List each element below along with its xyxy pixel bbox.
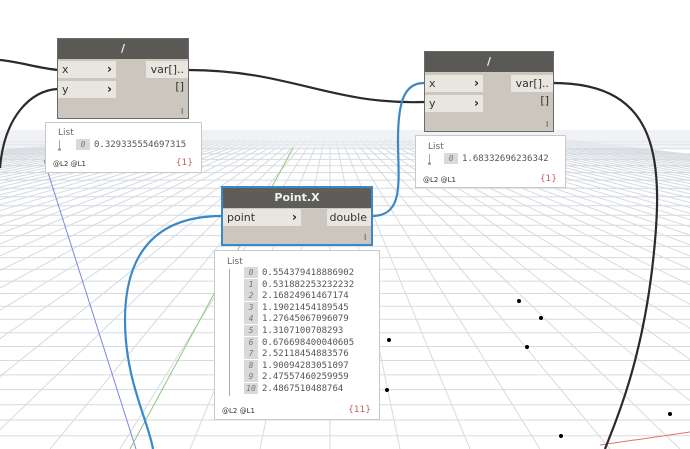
preview-header: List [227, 257, 243, 267]
list-count: {1} [539, 174, 557, 184]
tree-line [229, 269, 230, 396]
item-value: 0.531882253232232 [262, 279, 355, 290]
chevron-right-icon: › [107, 62, 112, 76]
divide-node-right[interactable]: / x › y › var[]..[] l [424, 51, 554, 132]
port-label: x [429, 77, 436, 90]
list-item: 9 2.47557460259959 [244, 371, 349, 383]
input-port-y[interactable]: y › [425, 95, 483, 112]
item-value: 1.19021454189545 [262, 302, 349, 313]
node-title: Point.X [223, 188, 371, 208]
item-index: 0 [76, 139, 90, 150]
tree-dot [58, 148, 61, 151]
item-index: 2 [244, 290, 258, 302]
list-item: 0 0.329335554697315 [76, 139, 186, 150]
list-count: {1} [175, 158, 193, 168]
port-label: var[]..[] [515, 77, 549, 107]
port-label: var[]..[] [150, 63, 184, 93]
input-port-point[interactable]: point › [223, 209, 301, 226]
item-index: 10 [244, 383, 258, 394]
list-item: 4 1.27645067096079 [244, 313, 349, 325]
list-count: {11} [348, 405, 371, 415]
item-index: 1 [244, 278, 258, 290]
port-label: y [62, 83, 69, 96]
list-item: 0 1.68332696236342 [444, 153, 549, 164]
port-label: point [227, 211, 256, 224]
list-item: 5 1.3107100708293 [244, 325, 343, 336]
tree-dot [428, 162, 431, 165]
divide-node-left[interactable]: / x › y › var[]..[] l [57, 38, 189, 119]
list-levels: @L2 @L1 [222, 407, 255, 415]
geometry-point [668, 412, 672, 416]
item-value: 2.4867510488764 [262, 384, 344, 394]
item-value: 2.16824961467174 [262, 291, 349, 302]
item-index: 7 [244, 348, 258, 360]
item-value: 1.3107100708293 [262, 326, 344, 336]
item-value: 0.329335554697315 [94, 140, 187, 150]
geometry-point [525, 345, 529, 349]
geometry-point [387, 338, 391, 342]
item-index: 8 [244, 359, 258, 371]
point-x-node[interactable]: Point.X point › double l [221, 186, 373, 246]
list-item: 0 0.554379418886902 [244, 267, 354, 278]
node-title: / [425, 52, 553, 72]
geometry-point [385, 388, 389, 392]
output-port[interactable]: double [327, 209, 371, 226]
list-item: 1 0.531882253232232 [244, 278, 355, 290]
item-value: 0.676698400040605 [262, 337, 355, 348]
item-value: 1.27645067096079 [262, 314, 349, 325]
preview-header: List [428, 142, 444, 152]
list-item: 8 1.90094283051097 [244, 359, 349, 371]
list-item: 6 0.676698400040605 [244, 336, 355, 348]
geometry-point [517, 299, 521, 303]
list-item: 2 2.16824961467174 [244, 290, 349, 302]
chevron-right-icon: › [474, 76, 479, 90]
item-index: 5 [244, 325, 258, 336]
output-port[interactable]: var[]..[] [511, 75, 553, 107]
lacing-indicator: l [181, 107, 183, 116]
port-label: y [429, 97, 436, 110]
item-value: 1.68332696236342 [462, 154, 549, 164]
chevron-right-icon: › [292, 210, 297, 224]
chevron-right-icon: › [474, 96, 479, 110]
list-item: 10 2.4867510488764 [244, 383, 343, 394]
node-title: / [58, 39, 188, 59]
input-port-x[interactable]: x › [58, 61, 116, 78]
preview-header: List [58, 128, 74, 138]
item-value: 2.47557460259959 [262, 372, 349, 383]
item-value: 0.554379418886902 [262, 268, 355, 278]
lacing-indicator: l [546, 120, 548, 129]
list-levels: @L2 @L1 [53, 160, 86, 168]
chevron-right-icon: › [107, 82, 112, 96]
port-label: x [62, 63, 69, 76]
lacing-indicator: l [364, 233, 366, 242]
item-index: 4 [244, 313, 258, 325]
list-item: 7 2.52118454883576 [244, 348, 349, 360]
item-index: 0 [444, 153, 458, 164]
list-levels: @L2 @L1 [423, 176, 456, 184]
port-label: double [329, 211, 368, 224]
geometry-point [559, 434, 563, 438]
item-index: 0 [244, 267, 258, 278]
item-index: 6 [244, 336, 258, 348]
item-value: 1.90094283051097 [262, 360, 349, 371]
output-port[interactable]: var[]..[] [146, 61, 188, 93]
preview-bubble-right[interactable]: List 0 1.68332696236342 @L2 @L1 {1} [415, 135, 566, 188]
item-index: 9 [244, 371, 258, 383]
input-port-x[interactable]: x › [425, 75, 483, 92]
geometry-point [539, 316, 543, 320]
item-value: 2.52118454883576 [262, 349, 349, 360]
preview-bubble-point-x[interactable]: List 0 0.554379418886902 1 0.53188225323223… [214, 250, 380, 420]
preview-bubble-left[interactable]: List 0 0.329335554697315 @L2 @L1 {1} [45, 122, 202, 173]
input-port-y[interactable]: y › [58, 81, 116, 98]
item-index: 3 [244, 301, 258, 313]
list-item: 3 1.19021454189545 [244, 301, 349, 313]
